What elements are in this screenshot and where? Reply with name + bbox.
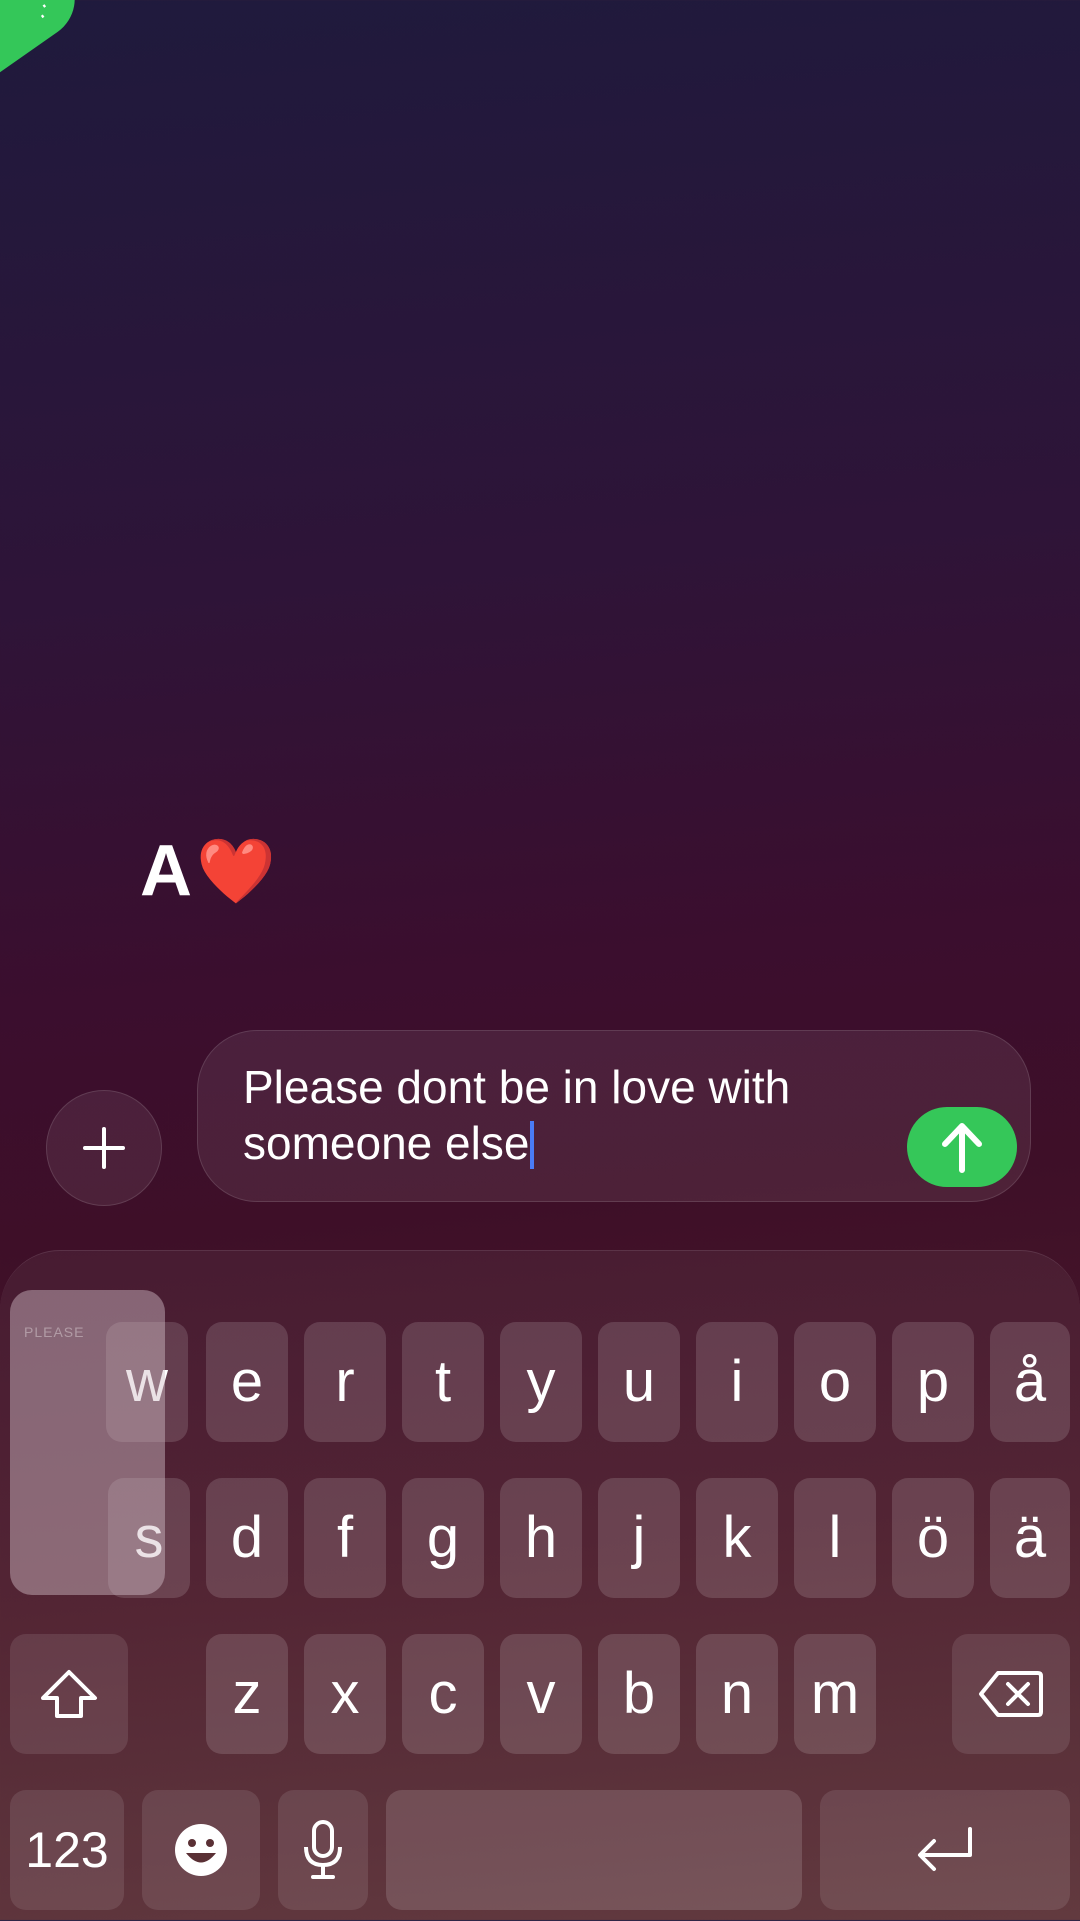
plus-icon xyxy=(83,1127,125,1169)
key-preview-popup: PLEASE xyxy=(10,1290,165,1595)
text-caret xyxy=(530,1121,535,1169)
key-v[interactable]: v xyxy=(500,1634,582,1754)
backspace-key[interactable] xyxy=(952,1634,1070,1754)
dictation-key[interactable] xyxy=(278,1790,368,1910)
arrow-up-icon xyxy=(942,1123,982,1173)
numbers-key[interactable]: 123 xyxy=(10,1790,124,1910)
corner-badge: ⋰ xyxy=(0,0,91,75)
key-n[interactable]: n xyxy=(696,1634,778,1754)
sticker-text: A ❤️ xyxy=(140,830,276,912)
microphone-icon xyxy=(304,1820,342,1879)
key-p[interactable]: p xyxy=(892,1322,974,1442)
key-f[interactable]: f xyxy=(304,1478,386,1598)
add-attachment-button[interactable] xyxy=(46,1090,162,1206)
key-g[interactable]: g xyxy=(402,1478,484,1598)
key-h[interactable]: h xyxy=(500,1478,582,1598)
key-x[interactable]: x xyxy=(304,1634,386,1754)
key-u[interactable]: u xyxy=(598,1322,680,1442)
return-icon xyxy=(918,1827,972,1871)
return-key[interactable] xyxy=(820,1790,1070,1910)
key-r[interactable]: r xyxy=(304,1322,386,1442)
space-key[interactable] xyxy=(386,1790,802,1910)
key-t[interactable]: t xyxy=(402,1322,484,1442)
key-z[interactable]: z xyxy=(206,1634,288,1754)
heart-icon: ❤️ xyxy=(196,834,276,907)
shift-key[interactable] xyxy=(10,1634,128,1754)
key-l[interactable]: l xyxy=(794,1478,876,1598)
key-o-umlaut[interactable]: ö xyxy=(892,1478,974,1598)
popup-label: PLEASE xyxy=(24,1324,85,1340)
key-j[interactable]: j xyxy=(598,1478,680,1598)
key-o[interactable]: o xyxy=(794,1322,876,1442)
message-input[interactable]: Please dont be in love with someone else xyxy=(197,1030,1031,1202)
key-m[interactable]: m xyxy=(794,1634,876,1754)
send-button[interactable] xyxy=(907,1107,1017,1187)
sticker-letter: A xyxy=(140,831,192,911)
message-text: Please dont be in love with someone else xyxy=(243,1061,791,1169)
emoji-key[interactable] xyxy=(142,1790,260,1910)
key-y[interactable]: y xyxy=(500,1322,582,1442)
emoji-icon xyxy=(175,1824,227,1876)
key-a-umlaut[interactable]: ä xyxy=(990,1478,1070,1598)
shift-icon xyxy=(41,1670,97,1718)
key-i[interactable]: i xyxy=(696,1322,778,1442)
backspace-icon xyxy=(979,1671,1043,1717)
key-e[interactable]: e xyxy=(206,1322,288,1442)
key-c[interactable]: c xyxy=(402,1634,484,1754)
key-k[interactable]: k xyxy=(696,1478,778,1598)
key-b[interactable]: b xyxy=(598,1634,680,1754)
key-d[interactable]: d xyxy=(206,1478,288,1598)
key-a-ring[interactable]: å xyxy=(990,1322,1070,1442)
